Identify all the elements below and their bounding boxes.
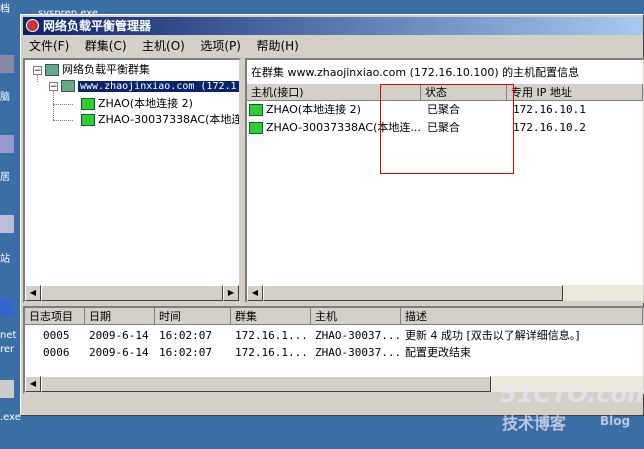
desktop-icon-label[interactable]: .exe xyxy=(0,412,21,423)
cluster-icon xyxy=(61,80,75,92)
desktop-computer-icon[interactable] xyxy=(0,55,14,73)
scroll-left-icon[interactable]: ◀ xyxy=(247,285,263,301)
watermark-blog: Blog xyxy=(600,414,631,428)
column-header-desc[interactable]: 描述 xyxy=(401,308,643,325)
desktop-icon-label[interactable]: 居 xyxy=(0,168,10,183)
menu-help[interactable]: 帮助(H) xyxy=(250,37,304,55)
scroll-thumb[interactable] xyxy=(263,285,563,301)
scroll-thumb[interactable] xyxy=(41,285,223,301)
log-date: 2009-6-14 xyxy=(89,329,149,342)
desktop-exe-icon[interactable] xyxy=(0,380,14,398)
watermark-domain: 51CTO.com xyxy=(500,380,644,408)
desktop-icon-label[interactable]: rer xyxy=(0,344,14,355)
collapse-cluster-icon[interactable]: − xyxy=(49,82,58,92)
scroll-left-icon[interactable]: ◀ xyxy=(25,285,41,301)
ip-cell: 172.16.10.1 xyxy=(513,103,586,116)
host-cell: ZHAO(本地连接 2) xyxy=(249,102,361,118)
tree-connector xyxy=(53,120,73,121)
nlb-manager-window: 网络负载平衡管理器 文件(F) 群集(C) 主机(O) 选项(P) 帮助(H) … xyxy=(20,14,644,416)
site-watermark: 51CTO.com 技术博客 Blog xyxy=(500,380,644,433)
menu-host[interactable]: 主机(O) xyxy=(136,37,191,55)
window-title: 网络负载平衡管理器 xyxy=(43,19,152,33)
desktop-recycle-icon[interactable] xyxy=(0,215,14,233)
tree-host-label: ZHAO(本地连接 2) xyxy=(98,97,193,110)
tree-host-2[interactable]: ZHAO-30037338AC(本地连扌 xyxy=(81,112,241,128)
log-list-header: 日志项目 日期 时间 群集 主机 描述 xyxy=(25,308,643,325)
column-header-log-id[interactable]: 日志项目 xyxy=(25,308,85,325)
desktop-network-icon[interactable] xyxy=(0,135,14,153)
log-time: 16:02:07 xyxy=(159,346,212,359)
tree-connector xyxy=(53,104,73,105)
tree-host-label: ZHAO-30037338AC(本地连扌 xyxy=(98,113,241,126)
desktop-icon-label[interactable]: 档 xyxy=(0,0,10,15)
tree-hscrollbar[interactable]: ◀ ▶ xyxy=(25,285,239,301)
log-host: ZHAO-30037... xyxy=(315,329,402,342)
menu-file[interactable]: 文件(F) xyxy=(23,37,75,55)
log-cluster: 172.16.1... xyxy=(235,346,308,359)
annotation-highlight-box xyxy=(380,84,514,174)
menu-options[interactable]: 选项(P) xyxy=(194,37,247,55)
host-icon xyxy=(249,104,263,116)
column-header-host[interactable]: 主机 xyxy=(311,308,401,325)
host-icon xyxy=(249,122,263,134)
collapse-root-icon[interactable]: − xyxy=(33,66,42,76)
tree-host-1[interactable]: ZHAO(本地连接 2) xyxy=(81,96,193,112)
panel-caption: 在群集 www.zhaojinxiao.com (172.16.10.100) … xyxy=(251,66,580,79)
app-icon xyxy=(26,19,39,32)
desktop-icon-label[interactable]: 站 xyxy=(0,250,10,265)
column-header-date[interactable]: 日期 xyxy=(85,308,155,325)
menu-cluster[interactable]: 群集(C) xyxy=(79,37,133,55)
log-id: 0005 xyxy=(43,329,70,342)
tree-root-label: 网络负载平衡群集 xyxy=(62,63,150,76)
host-name: ZHAO(本地连接 2) xyxy=(266,103,361,116)
cluster-tree[interactable]: − 网络负载平衡群集 − www.zhaojinxiao.com (172.1 … xyxy=(23,58,241,303)
log-desc: 配置更改结束 xyxy=(405,346,471,359)
menu-bar: 文件(F) 群集(C) 主机(O) 选项(P) 帮助(H) xyxy=(23,37,643,55)
host-icon xyxy=(81,98,95,110)
desktop-icon-label[interactable]: net xyxy=(0,330,16,341)
scroll-left-icon[interactable]: ◀ xyxy=(25,376,41,392)
desktop-icon-label[interactable]: 脑 xyxy=(0,88,10,103)
watermark-subtitle: 技术博客 xyxy=(502,414,567,433)
tree-root[interactable]: 网络负载平衡群集 xyxy=(45,62,150,78)
tree-connector xyxy=(53,90,54,120)
log-date: 2009-6-14 xyxy=(89,346,149,359)
log-time: 16:02:07 xyxy=(159,329,212,342)
host-icon xyxy=(81,114,95,126)
host-hscrollbar[interactable]: ◀ xyxy=(247,285,643,301)
column-header-time[interactable]: 时间 xyxy=(155,308,231,325)
title-bar[interactable]: 网络负载平衡管理器 xyxy=(23,17,643,35)
log-cluster: 172.16.1... xyxy=(235,329,308,342)
cluster-group-icon xyxy=(45,64,59,76)
ip-cell: 172.16.10.2 xyxy=(513,121,586,134)
log-host: ZHAO-30037... xyxy=(315,346,402,359)
tree-cluster[interactable]: www.zhaojinxiao.com (172.1 xyxy=(61,78,239,94)
tree-cluster-label: www.zhaojinxiao.com (172.1 xyxy=(78,81,239,92)
column-header-cluster[interactable]: 群集 xyxy=(231,308,311,325)
desktop-ie-icon[interactable] xyxy=(0,298,14,316)
column-header-ip[interactable]: 专用 IP 地址 xyxy=(507,84,643,101)
log-desc: 更新 4 成功 [双击以了解详细信息。] xyxy=(405,329,580,342)
log-id: 0006 xyxy=(43,346,70,359)
scroll-right-icon[interactable]: ▶ xyxy=(223,285,239,301)
scroll-thumb[interactable] xyxy=(41,376,491,392)
